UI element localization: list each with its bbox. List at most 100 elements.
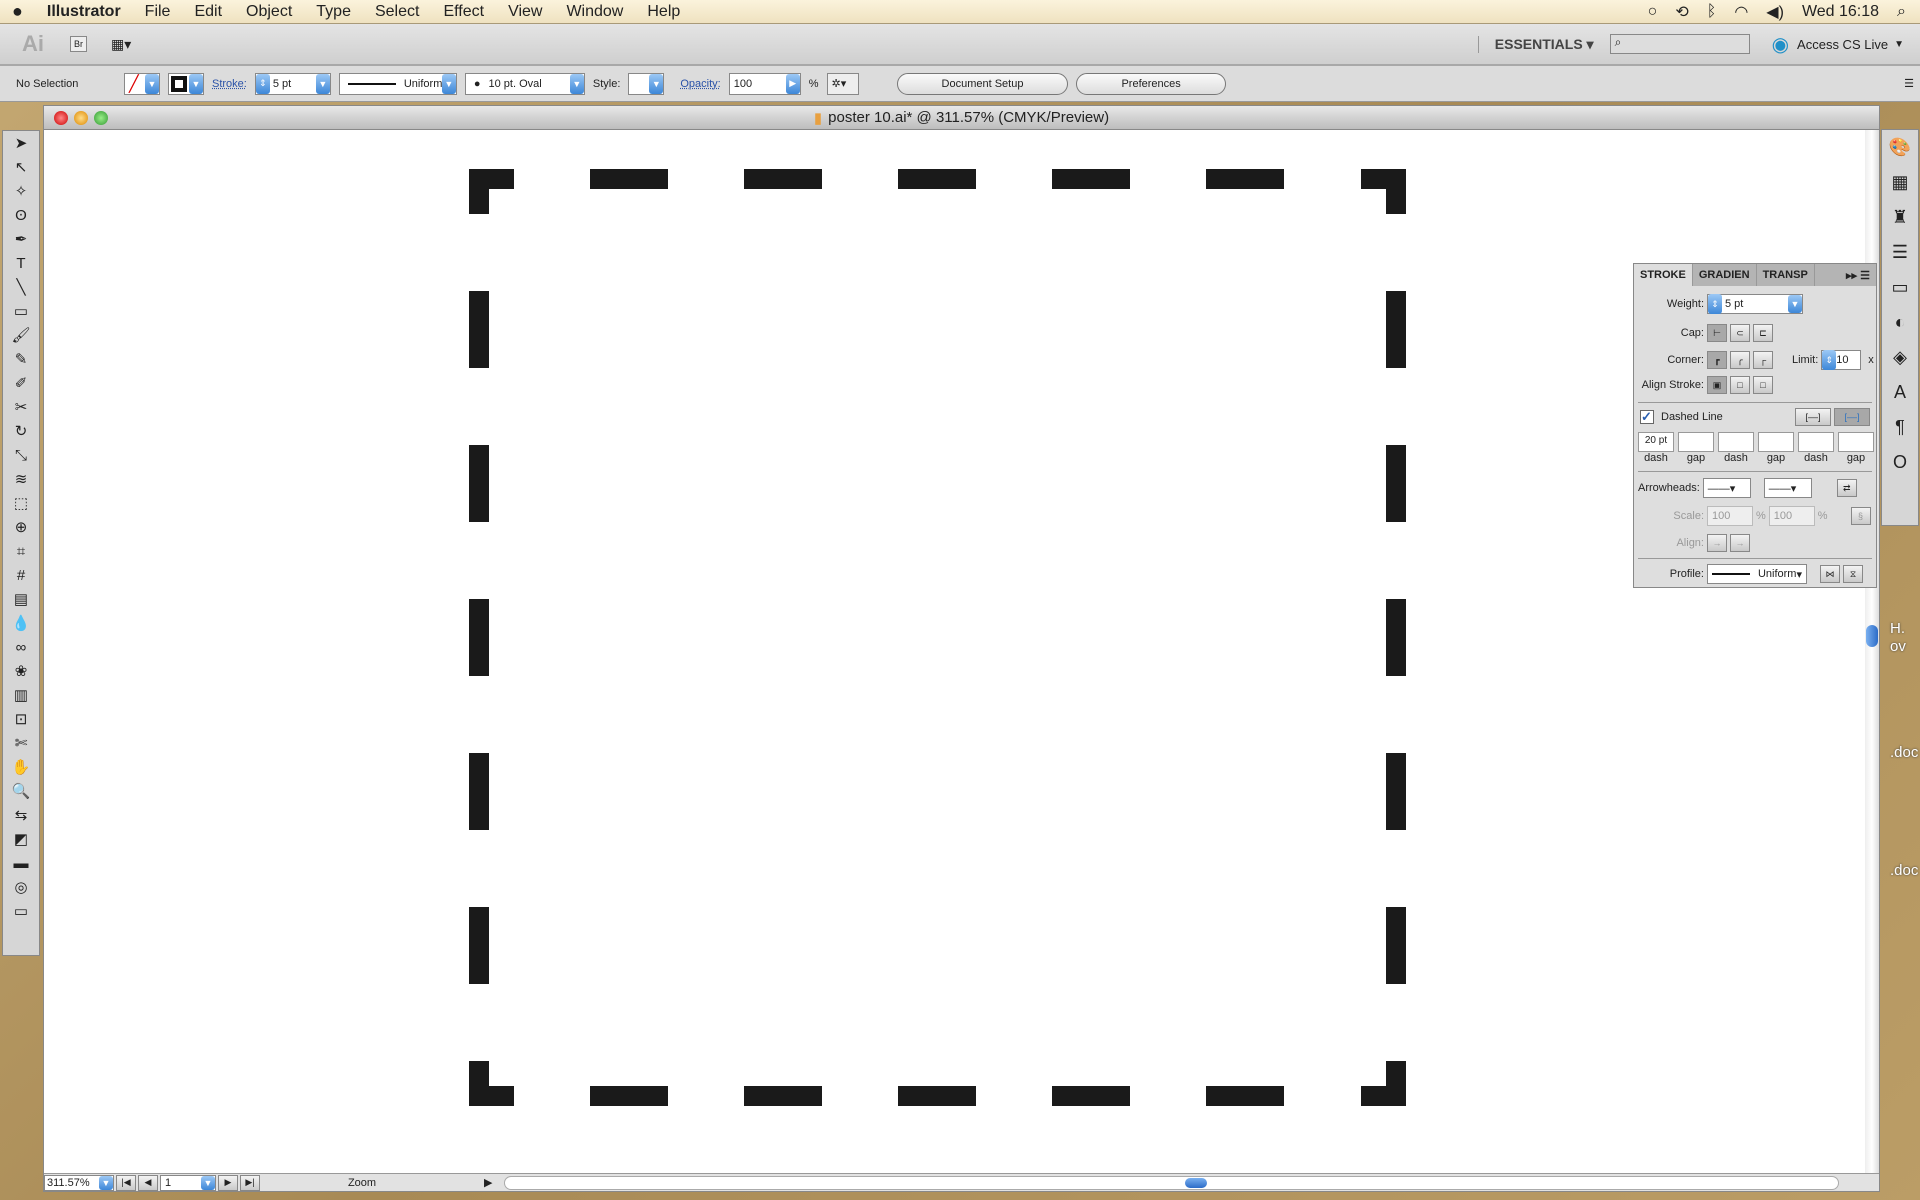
opentype-icon[interactable]: O <box>1886 445 1914 480</box>
pencil-icon[interactable]: ✎ <box>7 347 35 371</box>
menu-file[interactable]: File <box>133 3 183 21</box>
dash-field[interactable] <box>1798 432 1834 452</box>
zoom-button[interactable] <box>94 111 108 125</box>
align-inside-button[interactable]: □ <box>1730 376 1750 394</box>
tab-transparency[interactable]: TRANSP <box>1757 264 1815 286</box>
menu-view[interactable]: View <box>496 3 554 21</box>
spotlight-icon[interactable]: ⌕ <box>1897 3 1906 21</box>
lasso-icon[interactable]: ʘ <box>7 203 35 227</box>
menu-app[interactable]: Illustrator <box>35 3 133 21</box>
artboard-tool-icon[interactable]: ⊡ <box>7 707 35 731</box>
dash-field[interactable]: 20 pt <box>1638 432 1674 452</box>
gap-field[interactable] <box>1678 432 1714 452</box>
blob-brush-icon[interactable]: ✐ <box>7 371 35 395</box>
desktop-file[interactable]: .doc <box>1890 862 1918 880</box>
weight-field[interactable]: ⇕ 5 pt ▼ <box>1707 294 1803 314</box>
status-circle-icon[interactable]: ○ <box>1648 3 1658 21</box>
time-machine-icon[interactable]: ⟲ <box>1675 2 1688 22</box>
pen-tool-icon[interactable]: ✒ <box>7 227 35 251</box>
apple-menu-icon[interactable]: ● <box>0 1 35 22</box>
graph-tool-icon[interactable]: ▥ <box>7 683 35 707</box>
cs-live-icon[interactable]: ◉ <box>1772 32 1789 57</box>
bluetooth-icon[interactable]: ᛒ <box>1707 3 1717 21</box>
stroke-color-picker[interactable]: ▼ <box>168 72 204 95</box>
arrow-extend-button[interactable]: → <box>1707 534 1727 552</box>
projecting-cap-button[interactable]: ⊏ <box>1753 324 1773 342</box>
gap-field[interactable] <box>1838 432 1874 452</box>
desktop-file[interactable]: H. <box>1890 620 1918 638</box>
end-arrowhead-select[interactable]: ——▾ <box>1763 478 1812 498</box>
menu-effect[interactable]: Effect <box>431 3 496 21</box>
gradient-tool-icon[interactable]: ▤ <box>7 587 35 611</box>
start-arrowhead-select[interactable]: ——▾ <box>1702 478 1751 498</box>
brush-definition[interactable]: ● 10 pt. Oval ▼ <box>464 72 585 95</box>
slice-tool-icon[interactable]: ✄ <box>7 731 35 755</box>
round-cap-button[interactable]: ⊂ <box>1730 324 1750 342</box>
rotate-tool-icon[interactable]: ↻ <box>7 419 35 443</box>
wifi-icon[interactable]: ◠ <box>1734 2 1748 22</box>
align-outside-button[interactable]: □ <box>1753 376 1773 394</box>
miter-join-button[interactable]: ┏ <box>1707 351 1727 369</box>
horizontal-scroll-thumb[interactable] <box>1185 1177 1208 1188</box>
gap-field[interactable] <box>1758 432 1794 452</box>
bridge-button[interactable]: Br <box>70 36 87 52</box>
hand-tool-icon[interactable]: ✋ <box>7 755 35 779</box>
type-tool-icon[interactable]: T <box>7 251 35 275</box>
round-join-button[interactable]: ╭ <box>1730 351 1750 369</box>
warp-tool-icon[interactable]: ≋ <box>7 467 35 491</box>
flip-across-button[interactable]: ⧖ <box>1843 565 1863 583</box>
blend-tool-icon[interactable]: ∞ <box>7 635 35 659</box>
link-scale-icon[interactable]: § <box>1850 507 1871 525</box>
tab-gradient[interactable]: GRADIEN <box>1693 264 1757 286</box>
swap-arrowheads-button[interactable]: ⇄ <box>1836 479 1857 497</box>
menu-object[interactable]: Object <box>234 3 304 21</box>
workspace-switcher[interactable]: ESSENTIALS ▾ <box>1477 35 1594 53</box>
desktop-file[interactable]: ov <box>1890 638 1918 656</box>
miter-limit-field[interactable]: ⇕ 10 <box>1821 350 1862 370</box>
first-artboard-button[interactable]: |◀ <box>116 1174 136 1191</box>
close-button[interactable] <box>54 111 68 125</box>
bevel-join-button[interactable]: ┌ <box>1753 351 1773 369</box>
tab-stroke[interactable]: STROKE <box>1634 264 1693 286</box>
rectangle-tool-icon[interactable]: ▭ <box>7 299 35 323</box>
clock[interactable]: Wed 16:18 <box>1802 3 1879 21</box>
status-text[interactable]: Zoom <box>262 1177 462 1189</box>
character-icon[interactable]: A <box>1886 375 1914 410</box>
opacity-label[interactable]: Opacity: <box>680 78 720 90</box>
fill-color-picker[interactable]: ╱ ▼ <box>124 72 160 95</box>
brushes-icon[interactable]: ♜ <box>1886 200 1914 235</box>
opacity-field[interactable]: 100 ▶ <box>728 72 801 95</box>
butt-cap-button[interactable]: ⊢ <box>1707 324 1727 342</box>
mesh-tool-icon[interactable]: # <box>7 563 35 587</box>
menu-type[interactable]: Type <box>304 3 363 21</box>
dashed-rectangle-artwork[interactable] <box>44 130 1867 1175</box>
document-setup-button[interactable]: Document Setup <box>896 72 1069 95</box>
artboard-canvas[interactable] <box>44 130 1865 1173</box>
arrow-place-button[interactable]: → <box>1730 534 1750 552</box>
graphic-style-picker[interactable]: ▼ <box>628 72 665 95</box>
gradient-panel-icon[interactable]: ▭ <box>1886 270 1914 305</box>
layers-icon[interactable]: ◈ <box>1886 340 1914 375</box>
end-scale-field[interactable]: 100 <box>1768 506 1815 526</box>
search-input[interactable]: ⌕ <box>1609 34 1750 54</box>
magic-wand-icon[interactable]: ✧ <box>7 179 35 203</box>
eyedropper-icon[interactable]: 💧 <box>7 611 35 635</box>
perspective-grid-icon[interactable]: ⌗ <box>7 539 35 563</box>
previous-artboard-button[interactable]: ◀ <box>138 1174 158 1191</box>
paragraph-icon[interactable]: ¶ <box>1886 410 1914 445</box>
scale-tool-icon[interactable]: ⤡ <box>7 443 35 467</box>
status-menu-arrow[interactable]: ▶ <box>484 1176 492 1189</box>
volume-icon[interactable]: ◀) <box>1766 2 1784 22</box>
menu-window[interactable]: Window <box>554 3 635 21</box>
stroke-panel-icon[interactable]: ☰ <box>1886 235 1914 270</box>
free-transform-icon[interactable]: ⬚ <box>7 491 35 515</box>
menu-edit[interactable]: Edit <box>182 3 234 21</box>
swatches-icon[interactable]: ▦ <box>1886 165 1914 200</box>
scissors-icon[interactable]: ✂ <box>7 395 35 419</box>
stroke-weight-field[interactable]: ⇕ 5 pt ▼ <box>254 72 331 95</box>
zoom-level-field[interactable]: 311.57% ▼ <box>44 1174 114 1191</box>
shape-builder-icon[interactable]: ⊕ <box>7 515 35 539</box>
arrange-documents-button[interactable]: ▦▾ <box>111 36 131 53</box>
preserve-dash-button[interactable]: [‒‒] <box>1795 408 1831 426</box>
transparency-icon[interactable]: ◐ <box>1886 305 1914 340</box>
